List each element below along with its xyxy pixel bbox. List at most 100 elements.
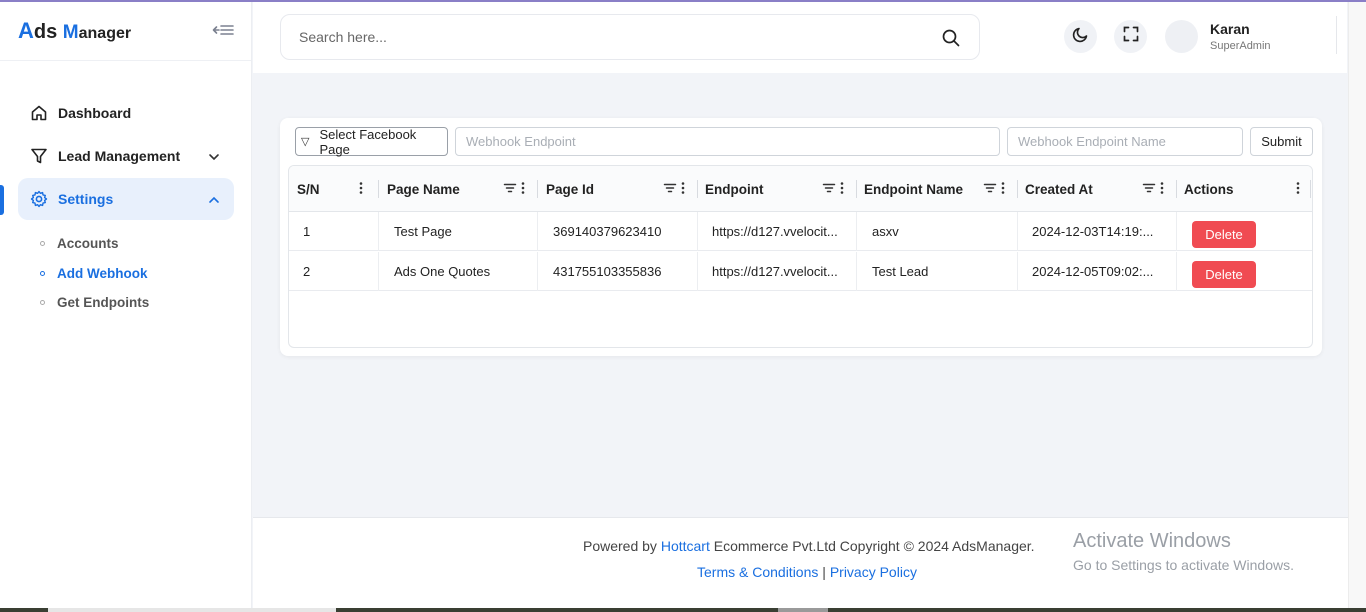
brand-bar: Ads Manager (0, 2, 251, 61)
app-logo[interactable]: Ads Manager (18, 18, 131, 44)
column-menu-icon[interactable] (359, 181, 363, 195)
column-header-endpoint[interactable]: Endpoint (705, 166, 763, 212)
header-divider (1336, 16, 1337, 54)
avatar[interactable] (1165, 20, 1198, 53)
sidebar-item-dashboard[interactable]: Dashboard (18, 92, 234, 134)
column-header-actions[interactable]: Actions (1184, 166, 1234, 212)
cell-divider (1176, 252, 1177, 291)
cell-page-name: Ads One Quotes (394, 264, 491, 279)
table-row[interactable]: 1 Test Page 369140379623410 https://d127… (289, 212, 1312, 251)
sidebar-item-lead-management[interactable]: Lead Management (18, 135, 234, 177)
fullscreen-icon (1122, 25, 1140, 48)
column-separator[interactable] (1176, 180, 1177, 198)
column-header-endpoint-name[interactable]: Endpoint Name (864, 166, 963, 212)
cell-created-at: 2024-12-05T09:02:... (1032, 264, 1154, 279)
sidebar: Ads Manager Dashboard Lead Management Se… (0, 2, 252, 608)
column-separator[interactable] (537, 180, 538, 198)
filter-icon (30, 147, 48, 165)
cell-page-name: Test Page (394, 224, 452, 239)
watermark-subtitle: Go to Settings to activate Windows. (1073, 557, 1294, 573)
sidebar-item-label: Settings (58, 191, 114, 207)
sidebar-item-settings[interactable]: Settings (18, 178, 234, 220)
page-scrollbar[interactable] (1348, 2, 1366, 608)
footer-separator: | (822, 564, 826, 580)
column-menu-icon (840, 182, 844, 194)
cell-page-id: 369140379623410 (553, 224, 662, 239)
footer-links: Terms & Conditions | Privacy Policy (697, 564, 917, 580)
cell-divider (856, 252, 857, 291)
search-box (280, 14, 980, 60)
column-menu-icon (1160, 182, 1164, 194)
dropdown-triangle-icon: ▽ (301, 136, 310, 148)
column-menu-icon (681, 182, 685, 194)
cell-divider (1017, 252, 1018, 291)
delete-button[interactable]: Delete (1192, 261, 1256, 288)
sidebar-subitem-get-endpoints[interactable]: Get Endpoints (40, 295, 149, 310)
privacy-link[interactable]: Privacy Policy (830, 564, 917, 580)
column-separator[interactable] (1310, 180, 1311, 198)
cell-divider (378, 252, 379, 291)
user-name[interactable]: Karan (1210, 21, 1250, 37)
copyright-text: Powered by Hottcart Ecommerce Pvt.Ltd Co… (583, 538, 1035, 554)
moon-icon (1072, 25, 1090, 48)
fullscreen-button[interactable] (1114, 20, 1147, 53)
webhook-endpoint-field (455, 127, 1000, 156)
table-row[interactable]: 2 Ads One Quotes 431755103355836 https:/… (289, 252, 1312, 291)
column-filter-icon[interactable] (503, 181, 525, 195)
column-separator[interactable] (697, 180, 698, 198)
column-separator[interactable] (1017, 180, 1018, 198)
column-menu-icon[interactable] (1296, 181, 1300, 195)
cell-divider (697, 212, 698, 251)
column-header-sn[interactable]: S/N (297, 166, 320, 212)
watermark-title: Activate Windows (1073, 530, 1231, 552)
cell-endpoint-name: asxv (872, 224, 899, 239)
cell-endpoint: https://d127.vvelocit... (712, 264, 838, 279)
webhook-card: ▽ Select Facebook Page Submit S/N Page N… (280, 118, 1322, 356)
search-icon[interactable] (941, 28, 961, 48)
terms-link[interactable]: Terms & Conditions (697, 564, 818, 580)
column-menu-icon (521, 182, 525, 194)
sidebar-subitem-add-webhook[interactable]: Add Webhook (40, 266, 148, 281)
column-filter-icon[interactable] (983, 181, 1005, 195)
cell-divider (537, 252, 538, 291)
column-header-page-id[interactable]: Page Id (546, 166, 594, 212)
webhook-endpoint-input[interactable] (456, 128, 999, 155)
cell-divider (856, 212, 857, 251)
cell-endpoint: https://d127.vvelocit... (712, 224, 838, 239)
user-role: SuperAdmin (1210, 40, 1271, 52)
table-header: S/N Page Name Page Id Endpoint Endpoint … (289, 166, 1312, 212)
delete-button[interactable]: Delete (1192, 221, 1256, 248)
column-separator[interactable] (378, 180, 379, 198)
taskbar-segment (48, 608, 336, 612)
column-filter-icon[interactable] (663, 181, 685, 195)
cell-page-id: 431755103355836 (553, 264, 662, 279)
sidebar-subitem-accounts[interactable]: Accounts (40, 236, 119, 251)
facebook-page-select[interactable]: ▽ Select Facebook Page (295, 127, 448, 157)
webhook-endpoint-name-input[interactable] (1008, 128, 1242, 155)
cell-divider (1017, 212, 1018, 251)
cell-created-at: 2024-12-03T14:19:... (1032, 224, 1154, 239)
column-separator[interactable] (856, 180, 857, 198)
sidebar-item-label: Lead Management (58, 148, 181, 164)
column-filter-icon[interactable] (1142, 181, 1164, 195)
column-header-page-name[interactable]: Page Name (387, 166, 460, 212)
activate-windows-watermark: Activate Windows Go to Settings to activ… (1073, 530, 1294, 573)
cell-sn: 1 (303, 224, 311, 239)
column-menu-icon (1001, 182, 1005, 194)
webhooks-table: S/N Page Name Page Id Endpoint Endpoint … (288, 165, 1313, 348)
column-filter-icon[interactable] (822, 181, 844, 195)
cell-divider (537, 212, 538, 251)
os-taskbar-strip (0, 608, 1366, 612)
search-input[interactable] (299, 27, 899, 47)
cell-sn: 2 (303, 264, 311, 279)
gear-icon (30, 190, 48, 208)
cell-divider (378, 212, 379, 251)
collapse-sidebar-icon[interactable] (212, 21, 234, 39)
dark-mode-toggle[interactable] (1064, 20, 1097, 53)
column-header-created-at[interactable]: Created At (1025, 166, 1093, 212)
bullet-icon (40, 241, 45, 246)
hottcart-link[interactable]: Hottcart (661, 538, 710, 554)
chevron-down-icon (208, 150, 220, 162)
active-indicator (0, 185, 4, 215)
submit-button[interactable]: Submit (1250, 127, 1313, 156)
